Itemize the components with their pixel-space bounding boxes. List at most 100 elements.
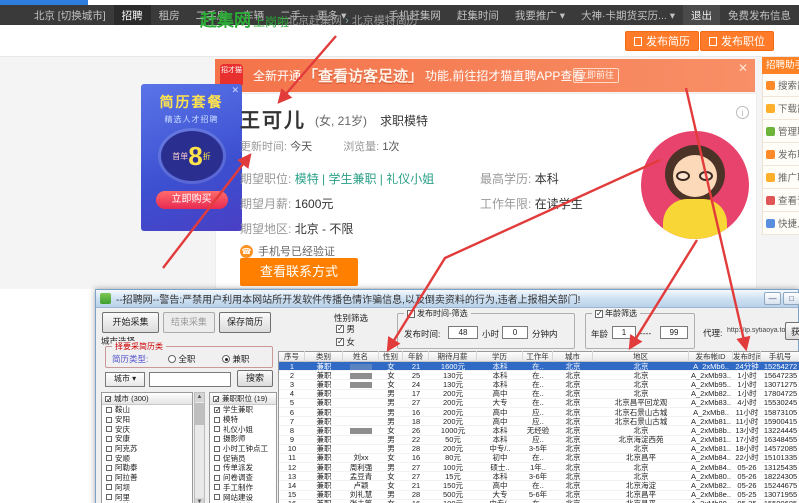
time-filter-legend[interactable]: 发布时间-筛选 [404,308,471,319]
checkbox-icon[interactable] [214,445,220,452]
table-header-cell[interactable]: 发布帐ID [689,351,733,362]
sidebar-item[interactable]: 快捷入口 [762,212,799,235]
table-cell: 16 [411,453,421,463]
ganji-logo[interactable]: 赶集网 上岗啦 [200,6,289,31]
page: 北京 [切换城市] 招聘 租房 二手房 车辆 二手 更多 ▾ 手机赶集网 赶集时间 我要推广 ▾… [0,0,799,503]
checkbox-icon[interactable] [106,416,112,423]
age-filter-legend[interactable]: 年龄筛选 [592,308,640,319]
start-collect-button[interactable]: 开始采集 [102,312,159,333]
checkbox-icon[interactable] [106,484,112,491]
sidebar-item-icon [766,195,775,205]
checkbox-icon[interactable] [214,494,220,501]
checkbox-icon[interactable] [106,455,112,462]
job-list-header[interactable]: 兼职职位 (19) [210,393,276,405]
city-dropdown[interactable]: 城市 ▾ [105,372,145,387]
checkbox-icon[interactable] [214,455,220,462]
save-resume-button[interactable]: 保存简历 [219,312,271,333]
publish-job-label: 发布职位 [721,36,765,48]
ad-close-icon[interactable]: ✕ [231,85,239,96]
banner-text-em: 「查看访客足迹」 [303,68,424,85]
checkbox-icon[interactable] [106,445,112,452]
age-max-input[interactable]: 99 [660,326,688,339]
stop-collect-button[interactable]: 结束采集 [163,312,215,333]
male-checkbox[interactable]: 男 [336,323,355,335]
age-min-input[interactable]: 1 [612,326,636,339]
checkbox-icon[interactable] [214,435,220,442]
app-titlebar[interactable]: --招聘网--警告:严禁用户利用本网站所开发软件传播色情诈骗信息,以及倒卖资料的… [96,290,799,308]
table-header-cell[interactable]: 年龄 [403,351,429,362]
phone-icon: ☎ [240,244,253,258]
city-list-header[interactable]: 城市 (300) [102,393,192,405]
banner-go-button[interactable]: 立即前往 [573,68,619,83]
scroll-down-icon[interactable]: ▼ [195,498,204,503]
checkbox-icon[interactable] [106,464,112,471]
checkbox-icon[interactable] [106,426,112,433]
topnav-item[interactable]: 租房 [151,5,188,26]
topnav-item[interactable]: 招聘 [113,4,151,26]
table-cell: 24 [411,379,421,389]
hours-input[interactable]: 48 [448,326,478,339]
ad-buy-button[interactable]: 立即购买 [155,191,228,209]
sidebar-item[interactable]: 查看订单 [762,189,799,212]
publish-job-button[interactable]: 发布职位 [700,31,774,51]
maximize-button[interactable]: □ [783,292,799,305]
table-cell: 27 [411,398,421,408]
search-button[interactable]: 搜索 [237,370,273,387]
scroll-thumb[interactable] [195,403,204,425]
topnav-item[interactable]: 免费发布信息 [720,5,799,26]
time-filter-title: 发布时间-筛选 [417,309,468,318]
checkbox-icon[interactable] [106,406,112,413]
proxy-fetch-button[interactable]: 获取 [785,322,799,340]
table-cell [343,371,379,380]
checkbox-icon [595,309,603,318]
checkbox-icon[interactable] [214,406,221,414]
job-list-rows: 学生兼职模特礼仪小姐摄影师小时工钟点工促销员传单派发问卷调查手工制作网站建设设计… [210,405,276,503]
table-cell: 8 [289,425,295,435]
table-cell: 4 [289,389,295,399]
sidebar-item[interactable]: 搜索简历 [762,74,799,97]
filter-input[interactable] [149,372,231,387]
topnav-item[interactable]: 北京 [切换城市] [26,5,114,26]
minutes-input[interactable]: 0 [502,326,528,339]
app-title-text: --招聘网--警告:严禁用户利用本网站所开发软件传播色情诈骗信息,以及倒卖资料的… [116,295,581,306]
type-full-radio[interactable]: 全职 [168,353,195,365]
sidebar-item[interactable]: 推广职位 [762,166,799,189]
position-label: 期望职位: [240,172,292,186]
time-filter-group: 发布时间-筛选 发布时间: 48 小时 0 分钟内 [397,308,575,349]
resume-package-ad[interactable]: ✕ 简历套餐 精选人才招聘 首单 8 折 立即购买 [141,84,242,231]
sidebar-item[interactable]: 下载简历 [762,97,799,120]
view-contact-button[interactable]: 查看联系方式 [240,258,358,286]
checkbox-icon[interactable] [214,464,220,471]
topnav-item[interactable]: 退出 [683,4,720,26]
topnav-item[interactable]: 我要推广 ▾ [507,5,573,26]
scroll-up-icon[interactable]: ▲ [195,393,204,402]
checkbox-icon[interactable] [214,416,220,423]
female-checkbox[interactable]: 女 [336,336,355,348]
table-cell: 12 [287,462,297,472]
checkbox-icon[interactable] [214,426,220,433]
publish-resume-button[interactable]: 发布简历 [625,31,699,51]
type-part-radio[interactable]: 兼职 [222,353,249,365]
banner-text-suffix: 功能,前往招才猫直聘APP查看 [425,69,585,83]
sidebar-item[interactable]: 发布职位 [762,143,799,166]
position-links[interactable]: 模特 | 学生兼职 | 礼仪小姐 [295,172,435,186]
breadcrumb-root[interactable]: 北京赶集网 [287,15,342,27]
banner-close-icon[interactable]: ✕ [738,61,748,75]
info-icon[interactable]: i [736,106,749,119]
topnav-item[interactable]: 大神·卡期货买历... ▾ [573,5,683,26]
breadcrumb-page[interactable]: 北京模特简历 [352,15,418,27]
checkbox-icon[interactable] [214,474,220,481]
checkbox-icon[interactable] [106,474,112,481]
sidebar-item[interactable]: 管理职位 [762,120,799,143]
table-header-cell[interactable]: 姓名 [343,351,379,362]
topnav-item[interactable]: 赶集时间 [449,5,507,26]
job-list-item[interactable]: 学生兼职 [210,405,276,415]
checkbox-icon[interactable] [106,435,112,442]
table-header-cell[interactable]: 手机号 [761,351,799,362]
city-list-scrollbar[interactable]: ▲ ▼ [194,392,205,503]
table-cell: 北京 [553,498,593,503]
minimize-button[interactable]: — [764,292,781,305]
checkbox-icon[interactable] [214,484,220,491]
checkbox-icon[interactable] [106,494,112,501]
table-header-cell[interactable]: 序号 [279,351,305,362]
